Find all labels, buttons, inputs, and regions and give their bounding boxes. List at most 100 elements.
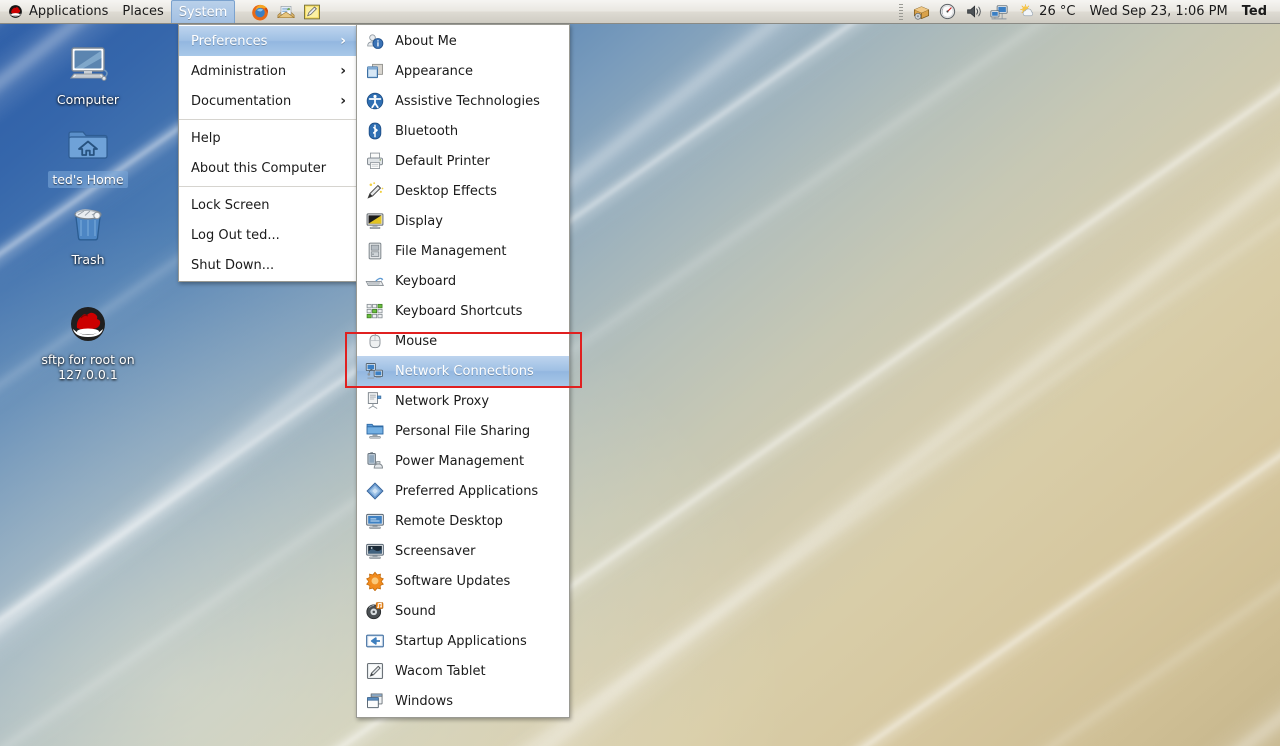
menu-item-label: Keyboard Shortcuts	[395, 303, 523, 319]
menu-item-label: Log Out ted...	[191, 227, 280, 243]
wacom-tablet-icon	[364, 660, 386, 682]
menu-item-label: Network Proxy	[395, 393, 490, 409]
menu-item-label: Bluetooth	[395, 123, 459, 139]
evolution-mail-launcher-icon[interactable]	[275, 1, 297, 23]
about-me-icon	[364, 30, 386, 52]
tray-grip-handle[interactable]	[899, 3, 904, 20]
desktop-icon-computer[interactable]: Computer	[33, 40, 143, 108]
menu-item-label: Screensaver	[395, 543, 476, 559]
menu-item-log-out[interactable]: Log Out ted...	[179, 220, 356, 250]
printer-icon	[364, 150, 386, 172]
power-management-icon	[364, 450, 386, 472]
remote-desktop-icon	[364, 510, 386, 532]
menu-places[interactable]: Places	[115, 0, 170, 24]
menu-label: System	[178, 4, 228, 20]
menu-item-windows[interactable]: Windows	[357, 686, 569, 716]
redhat-logo-icon	[7, 3, 24, 20]
chevron-right-icon: ›	[340, 33, 346, 49]
menu-item-network-connections[interactable]: Network Connections	[357, 356, 569, 386]
menu-item-power-management[interactable]: Power Management	[357, 446, 569, 476]
menu-item-label: Power Management	[395, 453, 525, 469]
menu-item-documentation[interactable]: Documentation ›	[179, 86, 356, 116]
menu-item-administration[interactable]: Administration ›	[179, 56, 356, 86]
appearance-icon	[364, 60, 386, 82]
desktop-effects-icon	[364, 180, 386, 202]
menu-item-label: Keyboard	[395, 273, 457, 289]
menu-item-assistive-technologies[interactable]: Assistive Technologies	[357, 86, 569, 116]
menu-item-remote-desktop[interactable]: Remote Desktop	[357, 506, 569, 536]
menu-label: Applications	[29, 4, 109, 19]
menu-item-keyboard-shortcuts[interactable]: Keyboard Shortcuts	[357, 296, 569, 326]
menu-item-lock-screen[interactable]: Lock Screen	[179, 190, 356, 220]
network-connections-icon	[364, 360, 386, 382]
menu-item-wacom-tablet[interactable]: Wacom Tablet	[357, 656, 569, 686]
menu-item-keyboard[interactable]: Keyboard	[357, 266, 569, 296]
menu-item-sound[interactable]: Sound	[357, 596, 569, 626]
menu-item-label: Default Printer	[395, 153, 490, 169]
menu-item-label: Startup Applications	[395, 633, 527, 649]
menu-applications[interactable]: Applications	[0, 0, 115, 24]
menu-item-bluetooth[interactable]: Bluetooth	[357, 116, 569, 146]
menu-item-display[interactable]: Display	[357, 206, 569, 236]
weather-and-clock[interactable]: 26 °C Wed Sep 23, 1:06 PM	[1013, 3, 1234, 20]
menu-item-preferences[interactable]: Preferences ›	[179, 26, 356, 56]
menu-item-preferred-applications[interactable]: Preferred Applications	[357, 476, 569, 506]
firefox-launcher-icon[interactable]	[249, 1, 271, 23]
chevron-right-icon: ›	[340, 93, 346, 109]
display-icon	[364, 210, 386, 232]
menu-item-screensaver[interactable]: Screensaver	[357, 536, 569, 566]
file-management-icon	[364, 240, 386, 262]
file-sharing-icon	[364, 420, 386, 442]
menu-item-label: Personal File Sharing	[395, 423, 531, 439]
menu-system[interactable]: System	[170, 0, 236, 23]
menu-item-desktop-effects[interactable]: Desktop Effects	[357, 176, 569, 206]
system-monitor-icon[interactable]	[935, 1, 959, 23]
menu-item-about-this-computer[interactable]: About this Computer	[179, 153, 356, 183]
menu-item-personal-file-sharing[interactable]: Personal File Sharing	[357, 416, 569, 446]
sound-icon	[364, 600, 386, 622]
preferred-applications-icon	[364, 480, 386, 502]
text-editor-launcher-icon[interactable]	[301, 1, 323, 23]
desktop-icon-label: ted's Home	[48, 171, 128, 188]
network-proxy-icon	[364, 390, 386, 412]
preferences-submenu: About Me Appearance Assistive Technologi…	[356, 24, 570, 718]
menu-item-label: Preferences	[191, 33, 268, 49]
software-updates-icon	[364, 570, 386, 592]
sun-behind-cloud-icon	[1019, 3, 1036, 20]
menu-item-label: Documentation	[191, 93, 292, 109]
menu-item-label: Appearance	[395, 63, 474, 79]
menu-item-shut-down[interactable]: Shut Down...	[179, 250, 356, 280]
user-menu[interactable]: Ted	[1236, 4, 1273, 19]
desktop-icon-home[interactable]: ted's Home	[33, 120, 143, 188]
system-menu-dropdown: Preferences › Administration › Documenta…	[178, 24, 357, 282]
package-updater-icon[interactable]	[909, 1, 933, 23]
desktop-icon-sftp[interactable]: sftp for root on 127.0.0.1	[33, 300, 143, 383]
menu-item-appearance[interactable]: Appearance	[357, 56, 569, 86]
menu-item-label: Software Updates	[395, 573, 511, 589]
trash-icon	[64, 200, 112, 248]
menu-item-mouse[interactable]: Mouse	[357, 326, 569, 356]
menu-item-label: Lock Screen	[191, 197, 270, 213]
menu-item-label: Shut Down...	[191, 257, 275, 273]
menu-item-help[interactable]: Help	[179, 123, 356, 153]
menu-item-label: Desktop Effects	[395, 183, 497, 199]
panel-tray: 26 °C Wed Sep 23, 1:06 PM Ted	[899, 1, 1280, 23]
network-monitor-icon[interactable]	[987, 1, 1011, 23]
computer-icon	[64, 40, 112, 88]
clock-label: Wed Sep 23, 1:06 PM	[1089, 4, 1228, 19]
menu-item-default-printer[interactable]: Default Printer	[357, 146, 569, 176]
menu-label: Places	[122, 4, 164, 19]
volume-speaker-icon[interactable]	[961, 1, 985, 23]
redhat-drive-icon	[64, 300, 112, 348]
screensaver-icon	[364, 540, 386, 562]
assistive-technologies-icon	[364, 90, 386, 112]
menu-item-startup-applications[interactable]: Startup Applications	[357, 626, 569, 656]
menu-item-software-updates[interactable]: Software Updates	[357, 566, 569, 596]
menu-item-label: Windows	[395, 693, 454, 709]
desktop-icon-trash[interactable]: Trash	[33, 200, 143, 268]
menu-item-file-management[interactable]: File Management	[357, 236, 569, 266]
menu-item-network-proxy[interactable]: Network Proxy	[357, 386, 569, 416]
home-folder-icon	[64, 120, 112, 168]
menu-item-about-me[interactable]: About Me	[357, 26, 569, 56]
menu-item-label: Sound	[395, 603, 436, 619]
